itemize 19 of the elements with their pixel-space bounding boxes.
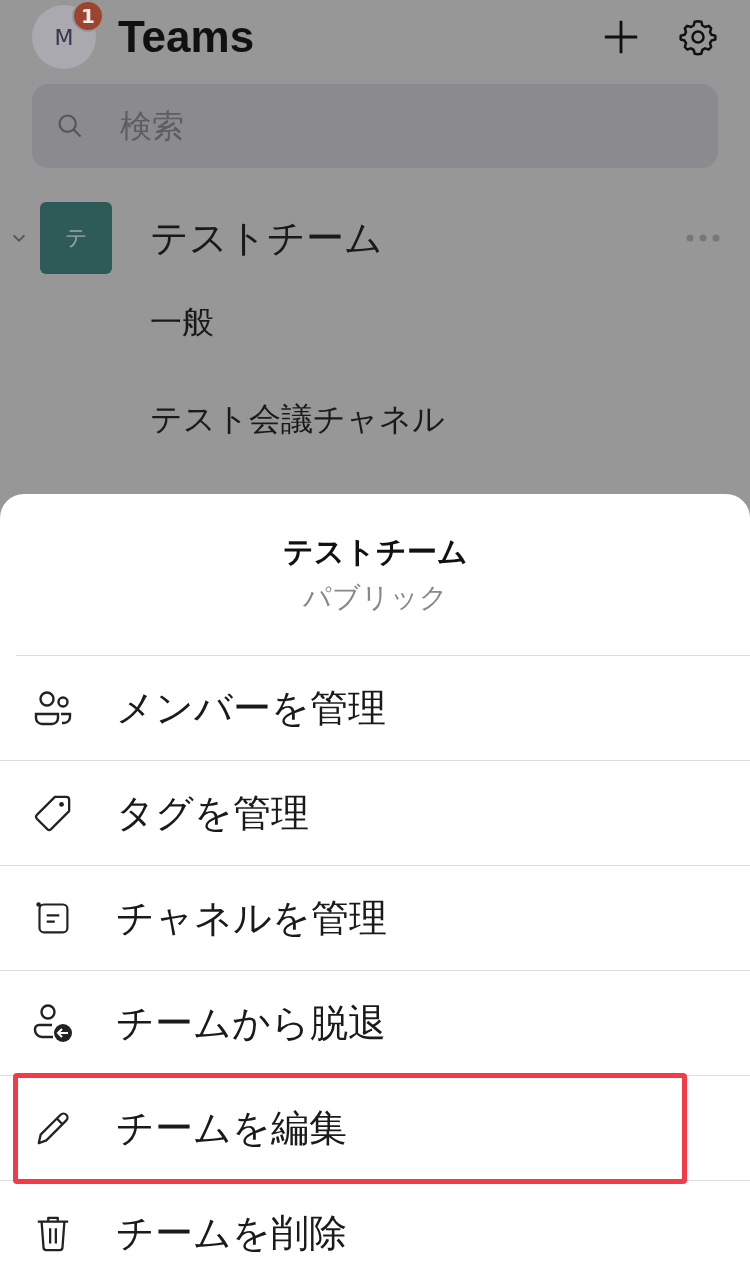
search-icon bbox=[56, 112, 84, 140]
menu-item[interactable]: チームを削除 bbox=[0, 1181, 750, 1285]
menu-item[interactable]: チャネルを管理 bbox=[0, 866, 750, 971]
channel-item[interactable]: 一般 bbox=[150, 274, 750, 371]
team-name[interactable]: テストチーム bbox=[150, 212, 383, 264]
page-title: Teams bbox=[118, 12, 255, 62]
menu-item[interactable]: チームを編集 bbox=[0, 1076, 750, 1181]
sheet-title: テストチーム bbox=[282, 533, 468, 571]
menu-item[interactable]: メンバーを管理 bbox=[0, 656, 750, 761]
settings-icon[interactable] bbox=[678, 17, 718, 57]
menu-item[interactable]: チームから脱退 bbox=[0, 971, 750, 1076]
people-icon bbox=[32, 690, 74, 726]
notification-badge: 1 bbox=[72, 0, 104, 32]
team-avatar: テ bbox=[40, 202, 112, 274]
add-icon[interactable] bbox=[602, 18, 640, 56]
leave-icon bbox=[32, 1003, 74, 1043]
channel-item[interactable]: テスト会議チャネル bbox=[150, 371, 750, 468]
menu-item[interactable]: タグを管理 bbox=[0, 761, 750, 866]
sheet-subtitle: パブリック bbox=[302, 580, 448, 616]
